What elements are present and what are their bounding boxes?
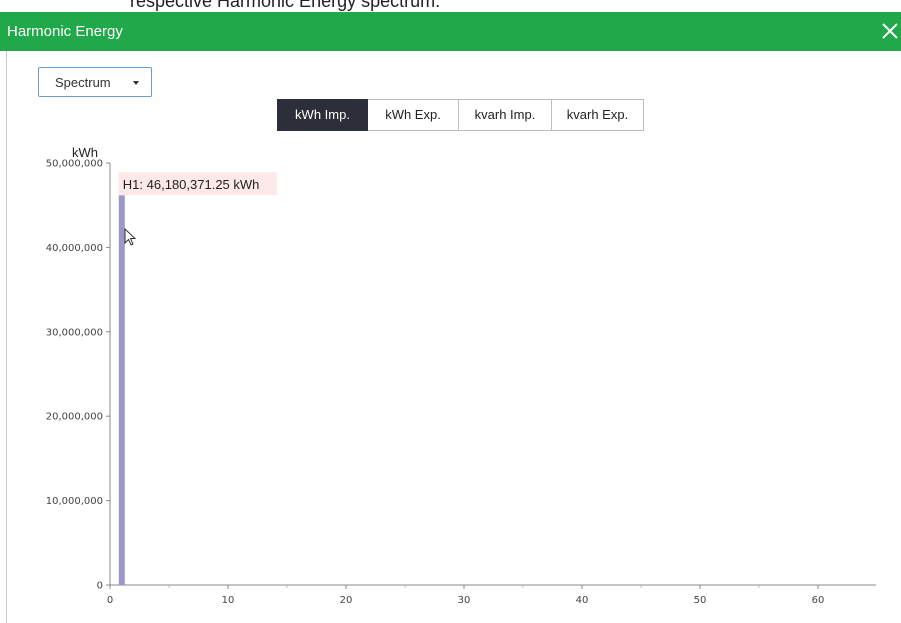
- x-tick-label: 40: [576, 595, 589, 606]
- page-top-text: respective Harmonic Energy spectrum.: [130, 0, 441, 11]
- harmonic-bar: [118, 195, 125, 585]
- y-tick-label: 40,000,000: [46, 243, 103, 254]
- dialog-titlebar: Harmonic Energy: [0, 12, 901, 51]
- y-tick-label: 0: [97, 581, 103, 592]
- tab-kvarh-exp[interactable]: kvarh Exp.: [552, 99, 644, 131]
- y-tick-label: 10,000,000: [46, 496, 103, 507]
- caret-down-icon: [133, 81, 139, 85]
- view-select-value: Spectrum: [55, 75, 111, 90]
- x-axis: 0 10 20 30 40 50 60: [107, 584, 876, 606]
- x-tick-label: 20: [340, 595, 353, 606]
- view-select-dropdown[interactable]: Spectrum: [38, 67, 152, 97]
- tab-kwh-exp[interactable]: kWh Exp.: [368, 99, 459, 131]
- energy-tabs: kWh Imp. kWh Exp. kvarh Imp. kvarh Exp.: [277, 99, 644, 131]
- tab-kwh-imp[interactable]: kWh Imp.: [277, 99, 368, 131]
- x-tick-label: 30: [458, 595, 471, 606]
- bar-tooltip: H1: 46,180,371.25 kWh: [118, 172, 277, 196]
- y-tick-label: 50,000,000: [46, 159, 103, 170]
- bar-tooltip-text: H1: 46,180,371.25 kWh: [123, 177, 260, 192]
- x-tick-label: 0: [107, 595, 113, 606]
- bars: [118, 195, 125, 585]
- mouse-cursor-icon: [124, 227, 137, 246]
- y-tick-label: 30,000,000: [46, 327, 103, 338]
- tab-kvarh-imp[interactable]: kvarh Imp.: [459, 99, 552, 131]
- dialog-title: Harmonic Energy: [7, 23, 123, 40]
- harmonic-spectrum-chart: kWh 010,000,00020,000,00030,000,00040,00…: [46, 145, 876, 606]
- x-tick-label: 50: [694, 595, 707, 606]
- x-tick-label: 60: [812, 595, 825, 606]
- x-tick-label: 10: [222, 595, 235, 606]
- y-axis: 0 10,000,000 20,000,000 30,000,000 40,000,00…: [46, 159, 111, 592]
- close-icon[interactable]: [879, 20, 901, 42]
- y-tick-label: 20,000,000: [46, 412, 103, 423]
